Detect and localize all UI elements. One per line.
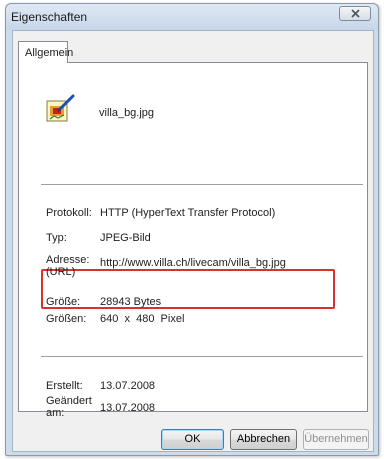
image-file-icon — [46, 94, 75, 122]
modified-label-line1: Geändert — [46, 395, 92, 407]
properties-dialog: Eigenschaften Allgemein villa_bg.jpg Pro… — [5, 3, 379, 456]
created-value: 13.07.2008 — [100, 380, 156, 392]
tab-label: Allgemein — [25, 47, 74, 59]
file-name: villa_bg.jpg — [99, 107, 155, 119]
tab-allgemein[interactable]: Allgemein — [18, 41, 73, 63]
address-value[interactable]: http://www.villa.ch/livecam/villa_bg.jpg — [100, 257, 286, 269]
ok-button[interactable]: OK — [161, 429, 224, 450]
title-bar[interactable]: Eigenschaften — [6, 4, 378, 30]
dialog-body: Allgemein villa_bg.jpg Protokoll: HTTP (… — [12, 30, 374, 452]
size-value: 28943 Bytes — [100, 296, 162, 308]
address-label-line1: Adresse: — [46, 254, 90, 266]
dimensions-value: 640 x 480 Pixel — [100, 313, 185, 325]
address-highlight-box — [41, 269, 335, 309]
close-button[interactable] — [339, 6, 371, 21]
separator — [41, 356, 363, 357]
window-title: Eigenschaften — [11, 10, 88, 24]
close-icon — [351, 9, 360, 18]
protocol-value: HTTP (HyperText Transfer Protocol) — [100, 207, 276, 219]
created-label: Erstellt: — [46, 380, 83, 392]
address-label-line2: (URL) — [46, 266, 76, 278]
size-label: Größe: — [46, 296, 81, 308]
apply-button[interactable]: Übernehmen — [303, 429, 369, 450]
tab-panel-general: villa_bg.jpg Protokoll: HTTP (HyperText … — [18, 62, 368, 419]
separator — [41, 184, 363, 185]
type-value: JPEG-Bild — [100, 232, 151, 244]
dimensions-label: Größen: — [46, 313, 87, 325]
modified-value: 13.07.2008 — [100, 402, 156, 414]
type-label: Typ: — [46, 232, 67, 244]
cancel-button[interactable]: Abbrechen — [230, 429, 297, 450]
protocol-label: Protokoll: — [46, 207, 92, 219]
modified-label-line2: am: — [46, 407, 65, 419]
